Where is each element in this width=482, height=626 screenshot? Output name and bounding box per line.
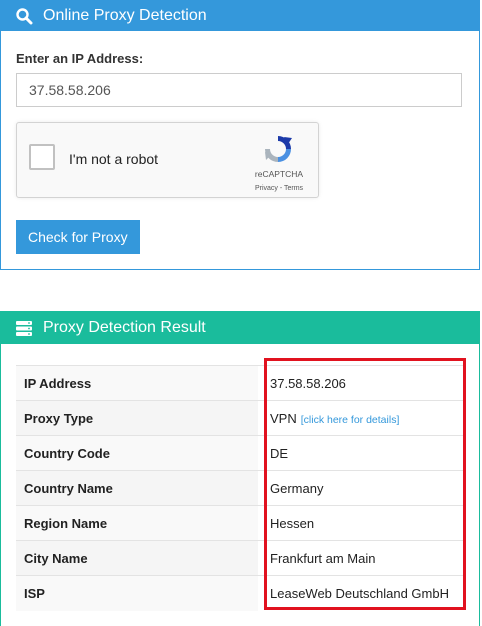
result-panel-header: Proxy Detection Result [1, 312, 479, 344]
row-value-text: Frankfurt am Main [270, 550, 376, 566]
row-value: Germany [258, 470, 464, 506]
row-value: VPN [click here for details] [258, 400, 464, 436]
table-row: Proxy Type VPN [click here for details] [16, 400, 464, 436]
row-key: Proxy Type [16, 400, 258, 436]
table-row: ISP LeaseWeb Deutschland GmbH [16, 575, 464, 611]
row-key: City Name [16, 540, 258, 576]
row-key: Country Name [16, 470, 258, 506]
recaptcha-checkbox[interactable] [29, 144, 55, 170]
row-value-text: Hessen [270, 515, 315, 531]
table-row: IP Address 37.58.58.206 [16, 365, 464, 401]
row-value-text: LeaseWeb Deutschland GmbH [270, 585, 449, 601]
check-for-proxy-button[interactable]: Check for Proxy [16, 220, 140, 254]
detection-panel: Online Proxy Detection Enter an IP Addre… [0, 0, 480, 270]
table-row: Region Name Hessen [16, 505, 464, 541]
row-value-text: 37.58.58.206 [270, 375, 346, 391]
result-panel: Proxy Detection Result IP Address 37.58.5… [0, 311, 480, 626]
recaptcha-label: I'm not a robot [69, 151, 159, 167]
server-icon [15, 319, 33, 337]
recaptcha-widget: I'm not a robot reCAPTCHA Privacy - Term… [16, 122, 319, 198]
row-value-text: DE [270, 445, 289, 461]
row-value: Frankfurt am Main [258, 540, 464, 576]
table-row: Country Code DE [16, 435, 464, 471]
row-value: 37.58.58.206 [258, 365, 464, 401]
row-value: LeaseWeb Deutschland GmbH [258, 575, 464, 611]
result-table: IP Address 37.58.58.206 Proxy Type VPN [clic… [16, 365, 464, 611]
ip-address-input[interactable]: 37.58.58.206 [16, 73, 462, 107]
recaptcha-privacy-terms-link[interactable]: Privacy - Terms [243, 185, 315, 192]
recaptcha-brand: reCAPTCHA [254, 169, 304, 179]
row-key: Country Code [16, 435, 258, 471]
row-value-text: Germany [270, 480, 324, 496]
ip-label: Enter an IP Address: [16, 51, 144, 66]
recaptcha-logo-icon [262, 133, 294, 165]
search-icon [15, 7, 33, 25]
detection-panel-title: Online Proxy Detection [43, 7, 207, 24]
row-value-text: VPN [270, 410, 297, 426]
row-key: IP Address [16, 365, 258, 401]
proxy-details-link[interactable]: [click here for details] [301, 414, 400, 426]
result-panel-title: Proxy Detection Result [43, 319, 206, 336]
row-value: DE [258, 435, 464, 471]
table-row: Country Name Germany [16, 470, 464, 506]
row-key: ISP [16, 575, 258, 611]
table-row: City Name Frankfurt am Main [16, 540, 464, 576]
detection-panel-header: Online Proxy Detection [1, 1, 479, 31]
row-key: Region Name [16, 505, 258, 541]
row-value: Hessen [258, 505, 464, 541]
